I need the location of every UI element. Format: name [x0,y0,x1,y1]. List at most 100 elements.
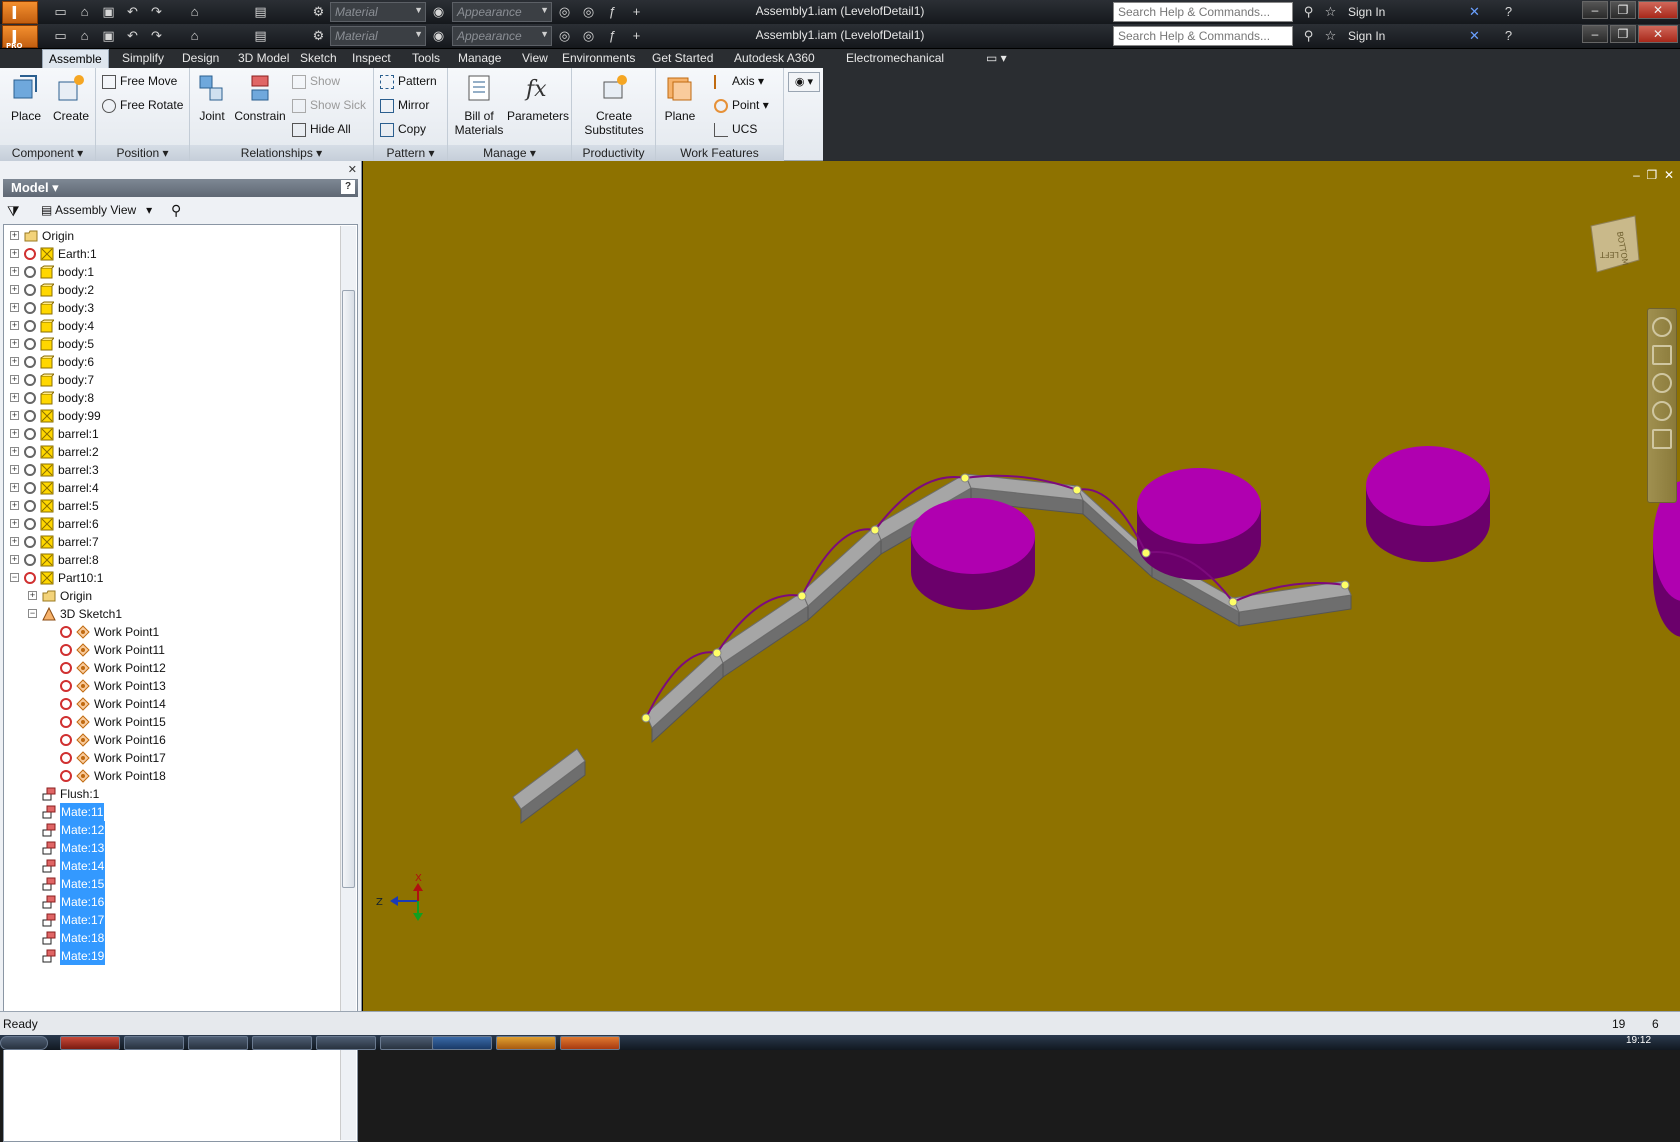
tree-item[interactable]: + body:5 [4,335,334,353]
tab-get-started[interactable]: Get Started [646,49,719,68]
appearance-combo[interactable]: Appearance ▼ [452,2,552,22]
update-icon[interactable]: ⚙ [310,4,327,20]
expand-toggle-icon[interactable]: + [10,231,19,240]
taskbar-inventor[interactable] [560,1036,620,1050]
app-logo[interactable]: I PRO [2,25,38,50]
search-field[interactable]: Search Help & Commands... [1113,2,1293,22]
tree-item[interactable]: + Origin [4,587,334,605]
tree-item[interactable]: + body:7 [4,371,334,389]
tree-item[interactable]: Work Point12 [4,659,334,677]
tree-item[interactable]: + barrel:8 [4,551,334,569]
tab-tools[interactable]: Tools [406,49,446,68]
minimize-button[interactable]: – [1582,1,1608,19]
tree-item[interactable]: Flush:1 [4,785,334,803]
plus-icon[interactable]: + [628,4,645,20]
taskbar-app-2[interactable] [124,1036,184,1050]
redo-icon[interactable]: ↷ [148,4,165,20]
expand-toggle-icon[interactable]: + [10,303,19,312]
material-combo-2[interactable]: Material ▼ [330,26,426,46]
sign-in-link-2[interactable]: Sign In [1348,29,1385,43]
sign-in-link[interactable]: Sign In [1348,5,1385,19]
tree-item[interactable]: + body:2 [4,281,334,299]
expand-toggle-icon[interactable]: − [28,609,37,618]
tree-item[interactable]: Work Point17 [4,749,334,767]
taskbar-app-7[interactable] [432,1036,492,1050]
new-icon[interactable]: ▭ [52,28,69,44]
tree-item[interactable]: Mate:14 [4,857,334,875]
tree-item[interactable]: Work Point16 [4,731,334,749]
expand-toggle-icon[interactable]: + [10,393,19,402]
tree-item[interactable]: + body:99 [4,407,334,425]
clear-icon[interactable]: ◎ [580,4,597,20]
star-icon[interactable]: ☆ [1322,28,1339,44]
expand-toggle-icon[interactable]: + [10,357,19,366]
fx-icon[interactable]: ƒ [604,28,621,44]
look-at-icon[interactable] [1652,429,1672,449]
create-substitutes-button[interactable]: Create Substitutes [576,72,652,137]
group-label-pattern[interactable]: Pattern ▾ [374,145,447,161]
tab-assemble[interactable]: Assemble [42,49,109,68]
hide-all-button[interactable]: Hide All [292,122,351,142]
close-button[interactable]: ✕ [1638,25,1678,43]
tree-item[interactable]: Work Point15 [4,713,334,731]
pan-icon[interactable] [1652,345,1672,365]
orbit-icon[interactable] [1652,401,1672,421]
restore-button[interactable]: ❐ [1610,1,1636,19]
browser-header[interactable]: Model ▾ ? [3,179,358,197]
tab-overflow-icon[interactable]: ▭ ▾ [980,49,1013,68]
appearance-combo-2[interactable]: Appearance ▼ [452,26,552,46]
material-combo[interactable]: Material ▼ [330,2,426,22]
expand-toggle-icon[interactable]: + [10,555,19,564]
home-icon[interactable]: ⌂ [186,28,203,44]
group-label-manage[interactable]: Manage ▾ [448,145,571,161]
show-sick-button[interactable]: Show Sick [292,98,366,118]
copy-button[interactable]: Copy [380,122,426,142]
expand-toggle-icon[interactable]: + [10,285,19,294]
point-button[interactable]: Point ▾ [714,98,769,118]
group-label-position[interactable]: Position ▾ [96,145,189,161]
tree-item[interactable]: − Part10:1 [4,569,334,587]
tree-item[interactable]: Mate:15 [4,875,334,893]
group-label-relationships[interactable]: Relationships ▾ [190,145,373,161]
tree-item[interactable]: + barrel:7 [4,533,334,551]
tree-item[interactable]: + barrel:5 [4,497,334,515]
restore-button[interactable]: ❐ [1610,25,1636,43]
home-icon[interactable]: ⌂ [186,4,203,20]
update-icon[interactable]: ⚙ [310,28,327,44]
close-button[interactable]: ✕ [1638,1,1678,19]
browser-close-icon[interactable]: ✕ [348,163,357,176]
constrain-button[interactable]: Constrain [232,72,288,123]
tree-item[interactable]: Work Point1 [4,623,334,641]
browser-help-icon[interactable]: ? [341,180,355,194]
expand-toggle-icon[interactable]: + [10,537,19,546]
tree-item[interactable]: + Origin [4,227,334,245]
expand-toggle-icon[interactable]: + [10,429,19,438]
parameters-button[interactable]: fx Parameters [506,72,570,123]
help-icon[interactable]: ? [1500,28,1517,44]
undo-icon[interactable]: ↶ [124,28,141,44]
binoculars-icon[interactable]: ⚲ [1300,28,1317,44]
exchange-icon[interactable]: ✕ [1466,4,1483,20]
tree-item[interactable]: + barrel:2 [4,443,334,461]
fx-icon[interactable]: ƒ [604,4,621,20]
open-icon[interactable]: ⌂ [76,28,93,44]
tree-item[interactable]: − 3D Sketch1 [4,605,334,623]
axis-button[interactable]: Axis ▾ [714,74,764,94]
tab-inspect[interactable]: Inspect [346,49,397,68]
exchange-icon[interactable]: ✕ [1466,28,1483,44]
tab-manage[interactable]: Manage [452,49,507,68]
ribbon-options-button[interactable]: ◉ ▾ [788,72,820,92]
tree-item[interactable]: + body:4 [4,317,334,335]
taskbar-app-3[interactable] [188,1036,248,1050]
open-icon[interactable]: ⌂ [76,4,93,20]
bill-of-materials-button[interactable]: Bill of Materials [452,72,506,137]
tree-scroll-thumb[interactable] [342,290,355,888]
group-label-component[interactable]: Component ▾ [0,145,95,161]
tree-item[interactable]: Mate:11 [4,803,334,821]
expand-toggle-icon[interactable]: + [10,501,19,510]
tab-electromechanical[interactable]: Electromechanical [840,49,950,68]
tree-item[interactable]: + body:1 [4,263,334,281]
free-rotate-button[interactable]: Free Rotate [102,98,183,118]
expand-toggle-icon[interactable]: + [10,483,19,492]
expand-toggle-icon[interactable]: + [10,339,19,348]
